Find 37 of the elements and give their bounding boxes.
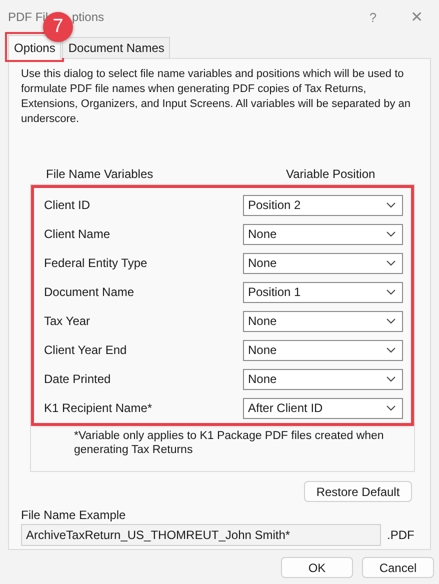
position-dropdown[interactable]: None bbox=[243, 368, 403, 390]
column-header: Variable Position bbox=[286, 167, 376, 183]
restore-default-button[interactable]: Restore Default bbox=[304, 481, 412, 502]
chevron-down-icon bbox=[386, 318, 396, 324]
description-text: Use this dialog to select file name variables and positions which will be used to formulate PDF file names when generating PDF copies of Tax Returns, Extensions, Organizers, and Input Screens. All variables will be separated by an underscore. bbox=[21, 67, 412, 127]
variable-label: Client Name bbox=[44, 227, 110, 241]
chevron-down-icon bbox=[386, 289, 396, 295]
window-title: ptions bbox=[72, 10, 104, 24]
position-dropdown[interactable]: None bbox=[243, 252, 403, 274]
position-dropdown[interactable]: None bbox=[243, 224, 403, 244]
tab[interactable]: Options bbox=[8, 35, 62, 59]
position-dropdown[interactable]: Position 1 bbox=[243, 282, 403, 302]
variable-label: Document Name bbox=[44, 285, 134, 299]
position-dropdown[interactable]: Position 2 bbox=[243, 194, 403, 216]
footnote-text: *Variable only applies to K1 Package PDF files created when generating Tax Returns bbox=[74, 429, 385, 457]
chevron-down-icon bbox=[386, 347, 396, 353]
variable-label: Tax Year bbox=[44, 314, 90, 328]
example-label: File Name Example bbox=[21, 508, 127, 522]
tab[interactable]: Document Names bbox=[62, 37, 170, 58]
dialog-button[interactable]: Cancel bbox=[362, 557, 434, 578]
chevron-down-icon bbox=[386, 376, 396, 382]
column-header: File Name Variables bbox=[46, 167, 154, 183]
variable-label: Federal Entity Type bbox=[44, 256, 148, 270]
variable-label: K1 Recipient Name* bbox=[44, 401, 152, 415]
variable-label: Date Printed bbox=[44, 372, 111, 386]
position-dropdown[interactable]: None bbox=[243, 340, 403, 360]
chevron-down-icon bbox=[386, 260, 396, 266]
dialog-button[interactable]: OK bbox=[281, 557, 353, 578]
chevron-down-icon bbox=[386, 405, 396, 411]
chevron-down-icon bbox=[386, 231, 396, 237]
position-dropdown[interactable]: After Client ID bbox=[243, 398, 403, 418]
extension-label: .PDF bbox=[387, 528, 414, 542]
variable-label: Client ID bbox=[44, 198, 90, 212]
example-field[interactable]: ArchiveTaxReturn_US_THOMREUT_John Smith* bbox=[21, 524, 381, 546]
chevron-down-icon bbox=[386, 202, 396, 208]
position-dropdown[interactable]: None bbox=[243, 310, 403, 332]
variable-label: Client Year End bbox=[44, 343, 127, 357]
